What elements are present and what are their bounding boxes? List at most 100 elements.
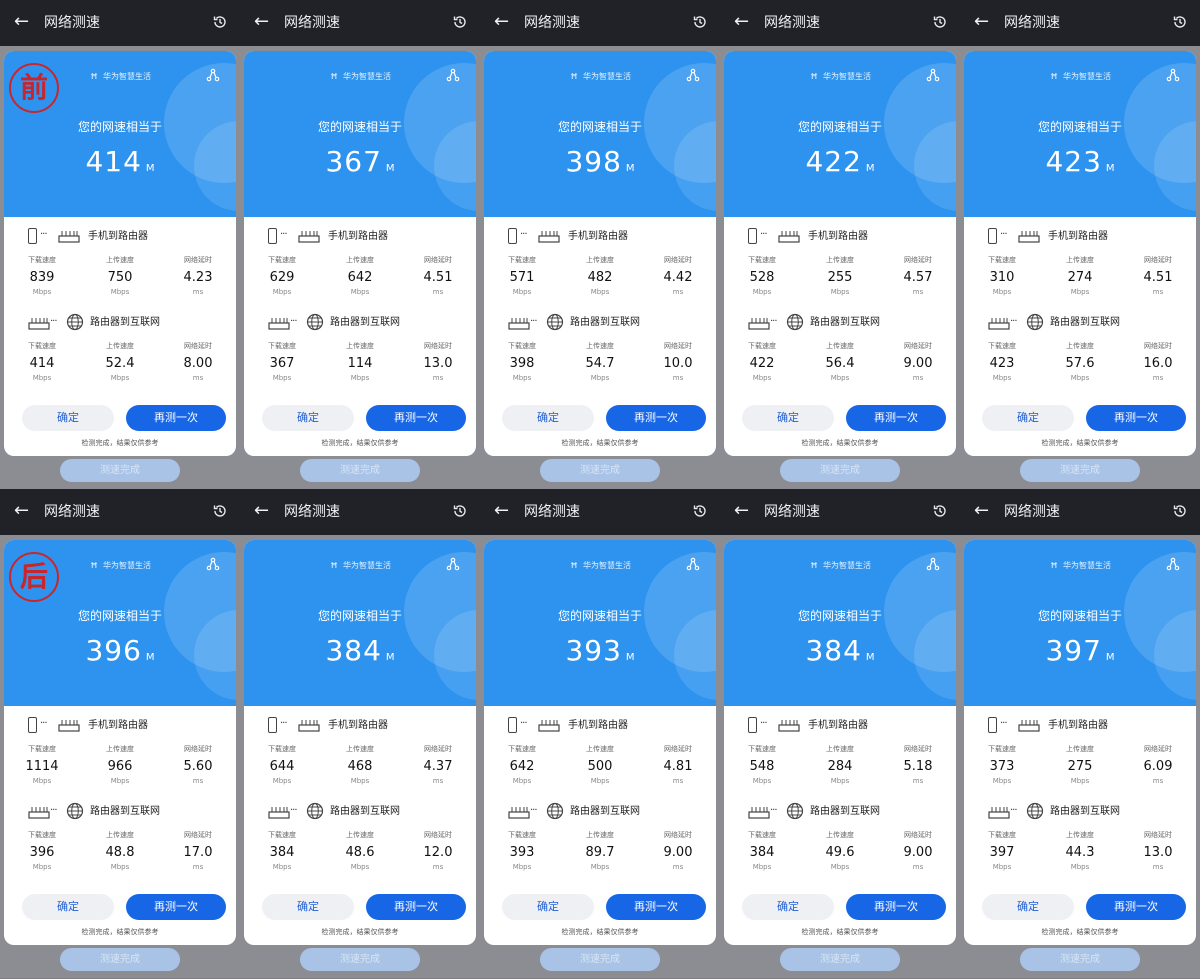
- history-icon[interactable]: [1172, 14, 1188, 30]
- back-arrow-icon[interactable]: ←: [734, 500, 749, 522]
- share-icon[interactable]: [686, 556, 700, 571]
- retest-button[interactable]: 再测一次: [846, 405, 946, 431]
- retest-button[interactable]: 再测一次: [1086, 894, 1186, 920]
- section-label: 手机到路由器: [328, 231, 388, 242]
- ok-button[interactable]: 确定: [502, 405, 594, 431]
- latency-unit: ms: [1152, 288, 1164, 296]
- upload-unit: Mbps: [110, 288, 130, 296]
- history-icon[interactable]: [452, 14, 468, 30]
- download-value: 629: [269, 270, 295, 285]
- back-arrow-icon[interactable]: ←: [494, 11, 509, 33]
- upload-stat: 上传速度 274 Mbps: [1050, 255, 1110, 297]
- speed-unit: M: [145, 652, 155, 663]
- section-label: 手机到路由器: [568, 720, 628, 731]
- upload-value: 49.6: [825, 845, 855, 860]
- download-stat: 下载速度 384 Mbps: [252, 830, 312, 872]
- back-arrow-icon[interactable]: ←: [254, 500, 269, 522]
- history-icon[interactable]: [692, 14, 708, 30]
- upload-unit: Mbps: [590, 777, 610, 785]
- download-value: 384: [749, 845, 775, 860]
- upload-value: 482: [587, 270, 613, 285]
- back-arrow-icon[interactable]: ←: [974, 11, 989, 33]
- latency-stat: 网络延时 4.42 ms: [648, 255, 708, 297]
- upload-header: 上传速度: [826, 342, 854, 350]
- share-icon[interactable]: [206, 67, 220, 82]
- ok-button[interactable]: 确定: [22, 894, 114, 920]
- upload-value: 500: [587, 759, 613, 774]
- globe-icon: [546, 313, 564, 331]
- download-header: 下载速度: [268, 342, 296, 350]
- share-icon[interactable]: [446, 556, 460, 571]
- upload-header: 上传速度: [346, 256, 374, 264]
- latency-header: 网络延时: [664, 831, 692, 839]
- connection-dots: ···: [40, 229, 47, 240]
- history-icon[interactable]: [932, 503, 948, 519]
- speedtest-panel: ← 网络测速 Ħ 华为智慧生活 您的网速相当于 393 M ··· 手机到路由器 下载速度 642 M…: [480, 489, 720, 978]
- history-icon[interactable]: [452, 503, 468, 519]
- ok-button[interactable]: 确定: [262, 405, 354, 431]
- share-icon[interactable]: [206, 556, 220, 571]
- brand-row: Ħ 华为智慧生活: [964, 560, 1196, 572]
- share-icon[interactable]: [1166, 556, 1180, 571]
- share-icon[interactable]: [446, 67, 460, 82]
- ok-button[interactable]: 确定: [982, 894, 1074, 920]
- download-value: 367: [269, 356, 295, 371]
- brand-name: 华为智慧生活: [1063, 561, 1111, 570]
- brand-row: Ħ 华为智慧生活: [484, 71, 716, 83]
- history-icon[interactable]: [212, 14, 228, 30]
- retest-button[interactable]: 再测一次: [126, 894, 226, 920]
- latency-header: 网络延时: [424, 745, 452, 753]
- retest-button[interactable]: 再测一次: [366, 405, 466, 431]
- speed-number: 422: [805, 145, 862, 178]
- router-icon: [508, 804, 530, 819]
- history-icon[interactable]: [1172, 503, 1188, 519]
- ok-button[interactable]: 确定: [22, 405, 114, 431]
- latency-header: 网络延时: [424, 342, 452, 350]
- connection-dots: ···: [280, 718, 287, 729]
- ok-button[interactable]: 确定: [742, 894, 834, 920]
- upload-value: 274: [1067, 270, 1093, 285]
- back-arrow-icon[interactable]: ←: [254, 11, 269, 33]
- share-icon[interactable]: [926, 556, 940, 571]
- section-label: 手机到路由器: [88, 231, 148, 242]
- latency-header: 网络延时: [664, 745, 692, 753]
- upload-header: 上传速度: [586, 256, 614, 264]
- ok-button[interactable]: 确定: [262, 894, 354, 920]
- history-icon[interactable]: [692, 503, 708, 519]
- back-arrow-icon[interactable]: ←: [734, 11, 749, 33]
- download-header: 下载速度: [268, 745, 296, 753]
- router-icon: [538, 228, 560, 243]
- retest-button[interactable]: 再测一次: [366, 894, 466, 920]
- ok-button[interactable]: 确定: [982, 405, 1074, 431]
- back-arrow-icon[interactable]: ←: [494, 500, 509, 522]
- share-icon[interactable]: [926, 67, 940, 82]
- share-icon[interactable]: [1166, 67, 1180, 82]
- latency-value: 4.51: [1143, 270, 1173, 285]
- latency-unit: ms: [432, 374, 444, 382]
- result-dialog: Ħ 华为智慧生活 您的网速相当于 398 M ··· 手机到路由器 下载速度 571 Mbps 上传…: [484, 51, 716, 456]
- upload-value: 54.7: [585, 356, 615, 371]
- retest-button[interactable]: 再测一次: [846, 894, 946, 920]
- retest-button[interactable]: 再测一次: [126, 405, 226, 431]
- download-unit: Mbps: [272, 863, 292, 871]
- back-arrow-icon[interactable]: ←: [974, 500, 989, 522]
- download-value: 422: [749, 356, 775, 371]
- brand-name: 华为智慧生活: [343, 561, 391, 570]
- ok-button[interactable]: 确定: [742, 405, 834, 431]
- history-icon[interactable]: [932, 14, 948, 30]
- share-icon[interactable]: [686, 67, 700, 82]
- back-arrow-icon[interactable]: ←: [14, 11, 29, 33]
- latency-value: 5.60: [183, 759, 213, 774]
- back-arrow-icon[interactable]: ←: [14, 500, 29, 522]
- upload-value: 275: [1067, 759, 1093, 774]
- download-unit: Mbps: [512, 374, 532, 382]
- retest-button[interactable]: 再测一次: [1086, 405, 1186, 431]
- upload-unit: Mbps: [350, 777, 370, 785]
- app-bar: ← 网络测速: [240, 489, 480, 535]
- ok-button[interactable]: 确定: [502, 894, 594, 920]
- speed-number: 396: [85, 634, 142, 667]
- history-icon[interactable]: [212, 503, 228, 519]
- result-dialog: Ħ 华为智慧生活 您的网速相当于 397 M ··· 手机到路由器 下载速度 373 Mbps 上传…: [964, 540, 1196, 945]
- retest-button[interactable]: 再测一次: [606, 894, 706, 920]
- retest-button[interactable]: 再测一次: [606, 405, 706, 431]
